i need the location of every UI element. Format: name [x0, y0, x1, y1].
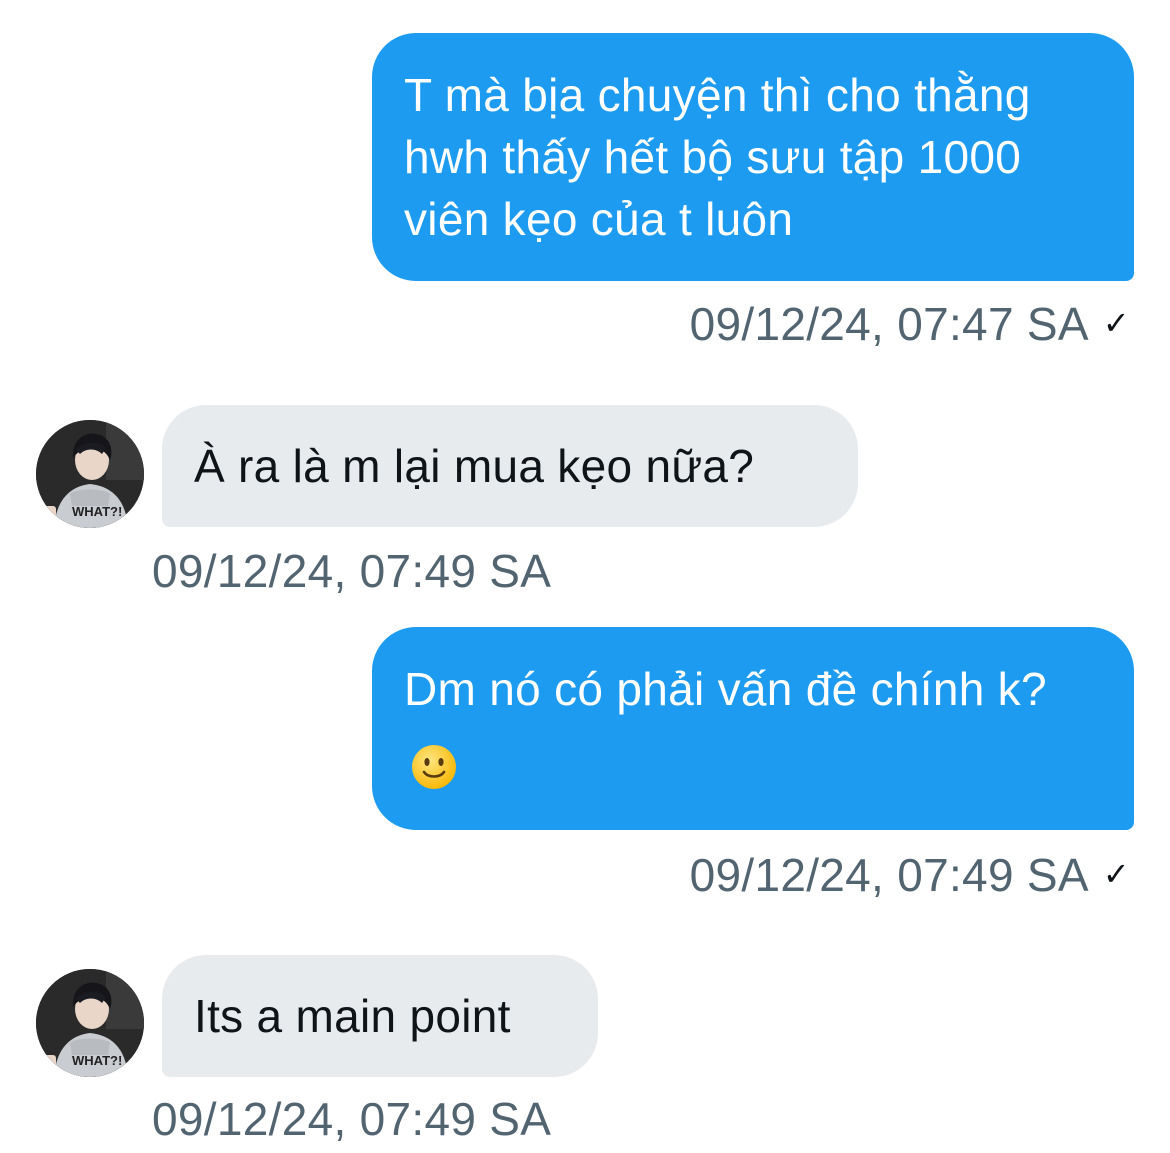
message-meta: 09/12/24, 07:47 SA ✓ — [690, 295, 1130, 352]
message-meta: 09/12/24, 07:49 SA — [152, 1091, 551, 1147]
message-text: Its a main point — [194, 990, 511, 1042]
message-timestamp: 09/12/24, 07:49 SA — [152, 545, 552, 597]
message-text: À ra là m lại mua kẹo nữa? — [194, 440, 755, 492]
avatar[interactable]: WHAT?! — [36, 969, 144, 1077]
message-text: Dm nó có phải vấn đề chính k? — [404, 663, 1047, 715]
sent-check-icon: ✓ — [1102, 856, 1130, 892]
avatar[interactable]: WHAT?! — [36, 420, 144, 528]
message-timestamp: 09/12/24, 07:49 SA — [689, 849, 1089, 901]
received-message-bubble[interactable]: Its a main point — [162, 955, 598, 1077]
message-meta: 09/12/24, 07:49 SA — [152, 543, 551, 599]
svg-text:WHAT?!: WHAT?! — [72, 1053, 122, 1068]
avatar-image: WHAT?! — [36, 420, 144, 528]
message-text: T mà bịa chuyện thì cho thằng hwh thấy h… — [404, 69, 1031, 245]
message-meta: 09/12/24, 07:49 SA ✓ — [690, 846, 1130, 903]
slightly-smiling-face-icon — [412, 745, 456, 789]
sent-check-icon: ✓ — [1102, 305, 1130, 341]
sent-message-bubble[interactable]: T mà bịa chuyện thì cho thằng hwh thấy h… — [372, 33, 1134, 281]
sent-message-bubble[interactable]: Dm nó có phải vấn đề chính k? — [372, 627, 1134, 830]
received-message-bubble[interactable]: À ra là m lại mua kẹo nữa? — [162, 405, 858, 527]
message-timestamp: 09/12/24, 07:49 SA — [152, 1093, 552, 1145]
svg-text:WHAT?!: WHAT?! — [72, 504, 122, 519]
message-timestamp: 09/12/24, 07:47 SA — [689, 298, 1089, 350]
avatar-image: WHAT?! — [36, 969, 144, 1077]
chat-thread: T mà bịa chuyện thì cho thằng hwh thấy h… — [0, 0, 1170, 1153]
